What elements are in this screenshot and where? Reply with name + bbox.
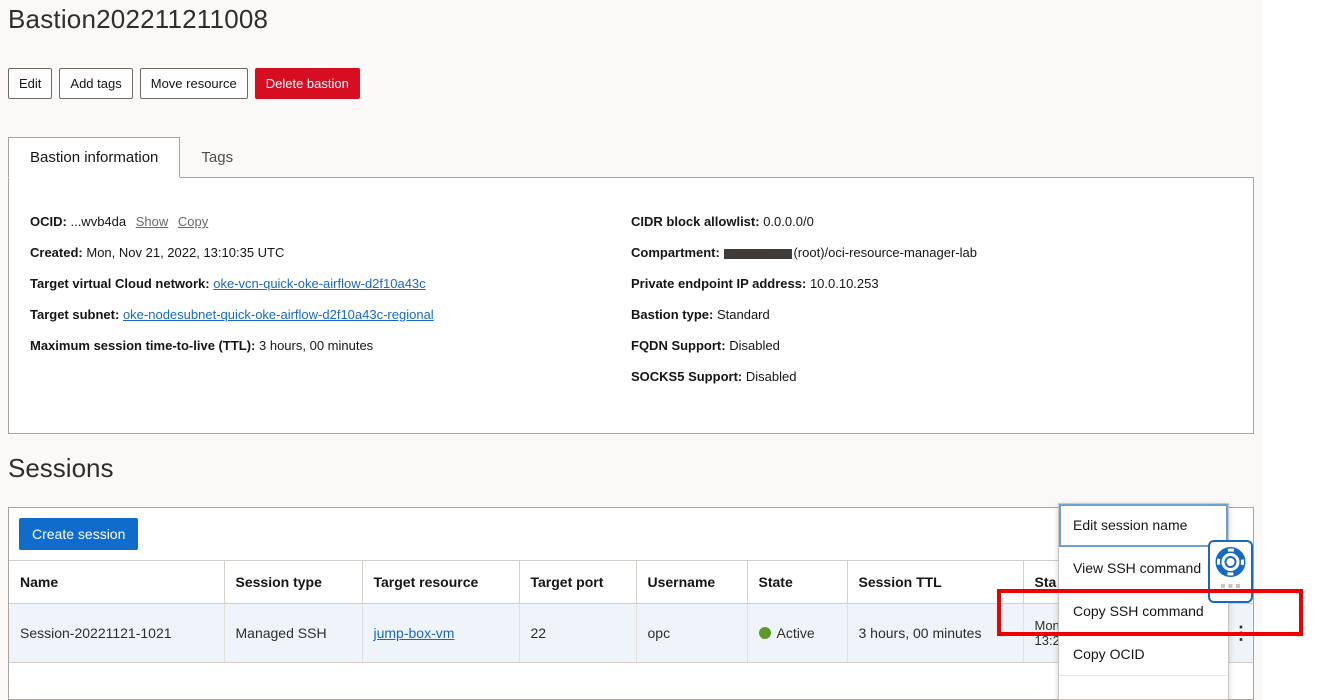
private-endpoint-row: Private endpoint IP address: 10.0.10.253 bbox=[631, 276, 977, 307]
page-title: Bastion202211211008 bbox=[8, 4, 269, 34]
bastion-type-value: Standard bbox=[716, 307, 770, 322]
compartment-row: Compartment: (root)/oci-resource-manager… bbox=[631, 245, 977, 276]
bastion-information-panel: OCID: ...wvb4da Show Copy Created: Mon, … bbox=[8, 177, 1254, 434]
session-type-cell: Managed SSH bbox=[224, 603, 363, 663]
tab-bastion-information[interactable]: Bastion information bbox=[8, 137, 181, 178]
info-right-column: CIDR block allowlist: 0.0.0.0/0 Compartm… bbox=[631, 214, 977, 400]
state-cell: Active bbox=[747, 603, 848, 663]
state-value: Active bbox=[776, 625, 815, 641]
target-port-cell: 22 bbox=[519, 603, 637, 663]
bastion-type-row: Bastion type: Standard bbox=[631, 307, 977, 338]
compartment-label: Compartment: bbox=[631, 245, 720, 260]
sessions-heading: Sessions bbox=[8, 453, 114, 483]
vcn-link[interactable]: oke-vcn-quick-oke-airflow-d2f10a43c bbox=[213, 276, 425, 291]
vcn-row: Target virtual Cloud network: oke-vcn-qu… bbox=[30, 276, 434, 307]
redacted-block bbox=[724, 248, 793, 259]
session-name-cell: Session-20221121-1021 bbox=[9, 603, 225, 663]
vcn-label: Target virtual Cloud network: bbox=[30, 276, 210, 291]
tab-tags[interactable]: Tags bbox=[180, 137, 254, 178]
ocid-label: OCID: bbox=[30, 214, 67, 229]
action-bar: Edit Add tags Move resource Delete basti… bbox=[8, 68, 360, 99]
fqdn-value: Disabled bbox=[729, 338, 780, 353]
ocid-show-link[interactable]: Show bbox=[136, 214, 169, 229]
ocid-copy-link[interactable]: Copy bbox=[178, 214, 208, 229]
target-resource-link[interactable]: jump-box-vm bbox=[374, 625, 455, 641]
menu-item-view-ssh-command[interactable]: View SSH command bbox=[1059, 547, 1228, 590]
active-status-dot-icon bbox=[758, 627, 771, 639]
cidr-value: 0.0.0.0/0 bbox=[763, 214, 814, 229]
username-cell: opc bbox=[636, 603, 748, 663]
cidr-row: CIDR block allowlist: 0.0.0.0/0 bbox=[631, 214, 977, 245]
ocid-value: ...wvb4da bbox=[70, 214, 127, 229]
create-session-button[interactable]: Create session bbox=[19, 518, 139, 550]
private-endpoint-label: Private endpoint IP address: bbox=[631, 276, 807, 291]
socks5-label: SOCKS5 Support: bbox=[631, 369, 743, 384]
menu-item-copy-ocid[interactable]: Copy OCID bbox=[1059, 633, 1228, 676]
add-tags-button[interactable]: Add tags bbox=[59, 68, 133, 99]
ttl-value: 3 hours, 00 minutes bbox=[259, 338, 374, 353]
ttl-label: Maximum session time-to-live (TTL): bbox=[30, 338, 256, 353]
menu-item-edit-session-name[interactable]: Edit session name bbox=[1059, 504, 1228, 547]
column-header-username[interactable]: Username bbox=[636, 560, 748, 604]
created-value: Mon, Nov 21, 2022, 13:10:35 UTC bbox=[86, 245, 285, 260]
ttl-row: Maximum session time-to-live (TTL): 3 ho… bbox=[30, 338, 434, 369]
info-left-column: OCID: ...wvb4da Show Copy Created: Mon, … bbox=[30, 214, 434, 369]
socks5-value: Disabled bbox=[745, 369, 797, 384]
socks5-row: SOCKS5 Support: Disabled bbox=[631, 369, 977, 400]
cidr-label: CIDR block allowlist: bbox=[631, 214, 760, 229]
created-row: Created: Mon, Nov 21, 2022, 13:10:35 UTC bbox=[30, 245, 434, 276]
compartment-value: (root)/oci-resource-manager-lab bbox=[793, 245, 977, 260]
delete-bastion-button[interactable]: Delete bastion bbox=[254, 68, 360, 99]
subnet-link[interactable]: oke-nodesubnet-quick-oke-airflow-d2f10a4… bbox=[123, 307, 434, 322]
fqdn-label: FQDN Support: bbox=[631, 338, 726, 353]
column-header-name[interactable]: Name bbox=[9, 560, 225, 604]
fqdn-row: FQDN Support: Disabled bbox=[631, 338, 977, 369]
edit-button[interactable]: Edit bbox=[8, 68, 53, 99]
column-header-target-resource[interactable]: Target resource bbox=[362, 560, 520, 604]
column-header-session-type[interactable]: Session type bbox=[224, 560, 363, 604]
column-header-state[interactable]: State bbox=[747, 560, 848, 604]
tab-bar: Bastion information Tags bbox=[8, 137, 254, 178]
bastion-type-label: Bastion type: bbox=[631, 307, 714, 322]
private-endpoint-value: 10.0.10.253 bbox=[809, 276, 879, 291]
created-label: Created: bbox=[30, 245, 83, 260]
ocid-row: OCID: ...wvb4da Show Copy bbox=[30, 214, 434, 245]
target-resource-cell: jump-box-vm bbox=[362, 603, 520, 663]
highlight-box-copy-ssh-command bbox=[997, 589, 1303, 636]
column-header-target-port[interactable]: Target port bbox=[519, 560, 637, 604]
move-resource-button[interactable]: Move resource bbox=[139, 68, 248, 99]
subnet-label: Target subnet: bbox=[30, 307, 120, 322]
subnet-row: Target subnet: oke-nodesubnet-quick-oke-… bbox=[30, 307, 434, 338]
